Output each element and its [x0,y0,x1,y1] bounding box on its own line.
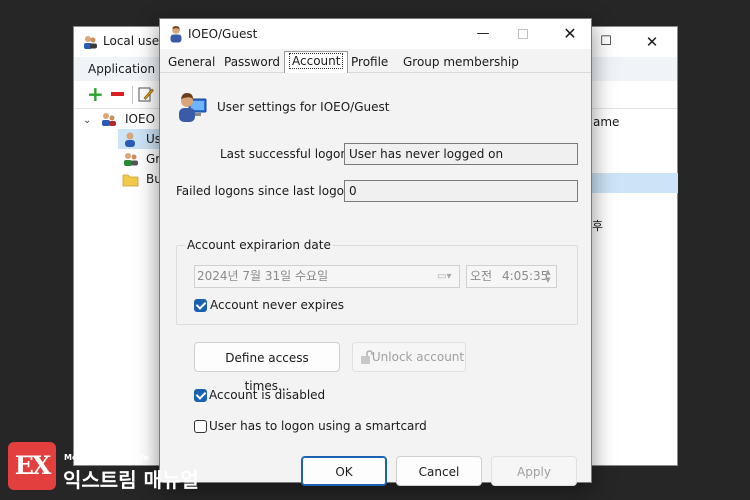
dialog-title: IOEO/Guest [188,27,258,41]
watermark-tagline: More Better IT Life [64,453,149,462]
last-logon-label: Last successful logon: [220,147,353,161]
never-expires-label: Account never expires [210,298,345,312]
close-icon[interactable]: ✕ [640,31,664,53]
unlock-icon [361,350,373,364]
user-settings-header: User settings for IOEO/Guest [217,100,390,114]
tree-root-node[interactable]: IOEO ( [125,112,164,126]
computer-users-icon [102,113,116,126]
list-selected-row[interactable] [592,173,678,193]
unlock-account-button[interactable]: Unlock account [352,342,466,372]
watermark-name: 익스트림 매뉴얼 [63,468,199,492]
smartcard-checkbox[interactable] [194,420,207,433]
list-column-header[interactable]: ame [593,115,619,129]
ok-button[interactable]: OK [301,456,387,486]
unlock-account-label: Unlock account [371,350,465,364]
maximize-icon [512,24,534,44]
tab-general[interactable]: General [164,53,219,73]
watermark-logo-icon: EX [8,442,56,490]
minimize-icon[interactable]: — [468,23,498,45]
last-logon-field[interactable]: User has never logged on [344,143,578,165]
tab-group-membership[interactable]: Group membership [399,53,523,73]
tab-account[interactable]: Account [284,51,349,73]
expiration-time-picker[interactable]: 오전 4:05:35 ▲ ▼ [466,265,557,288]
menu-application[interactable]: Application [88,62,155,76]
chevron-down-icon[interactable]: ⌄ [83,115,91,126]
user-computer-icon [179,93,207,122]
never-expires-checkbox[interactable] [194,299,207,312]
user-icon [170,26,182,43]
smartcard-label: User has to logon using a smartcard [209,419,427,433]
dialog-titlebar: IOEO/Guest — ✕ [160,19,591,49]
time-ampm: 오전 [470,269,493,283]
tab-password[interactable]: Password [220,53,284,73]
close-icon[interactable]: ✕ [556,23,584,45]
failed-logons-field[interactable]: 0 [344,180,578,202]
account-disabled-checkbox[interactable] [194,389,207,402]
tab-bar: General Password Account Profile Group m… [160,49,591,73]
account-expiration-group: Account expirarion date 2024년 7월 31일 수요일… [176,238,578,325]
folder-icon [122,174,139,187]
failed-logons-label: Failed logons since last logon: [176,184,356,198]
time-spinner-icon[interactable]: ▲ ▼ [542,268,554,285]
cancel-button[interactable]: Cancel [396,456,482,486]
define-access-times-button[interactable]: Define access times... [194,342,340,393]
expiration-date-value: 2024년 7월 31일 수요일 [197,269,329,283]
apply-button[interactable]: Apply [491,456,577,486]
group-icon [124,153,138,166]
calendar-dropdown-icon[interactable]: ▭▾ [437,270,455,283]
user-properties-dialog: IOEO/Guest — ✕ General Password Account … [159,18,592,486]
user-icon [125,132,135,147]
list-side-text: 후 [592,219,604,233]
account-disabled-label: Account is disabled [209,388,326,402]
watermark-logo-text: EX [14,451,51,480]
toolbar-divider [132,86,133,104]
expiration-date-picker[interactable]: 2024년 7월 31일 수요일 ▭▾ [194,265,460,288]
users-app-icon [84,36,97,49]
account-tab-panel: User settings for IOEO/Guest Last succes… [161,73,590,486]
tab-profile[interactable]: Profile [347,53,392,73]
maximize-icon[interactable]: ☐ [594,31,618,53]
account-expiration-title: Account expirarion date [185,238,333,252]
remove-icon[interactable] [111,92,124,96]
add-icon[interactable]: + [87,83,104,105]
edit-icon[interactable] [138,86,154,103]
